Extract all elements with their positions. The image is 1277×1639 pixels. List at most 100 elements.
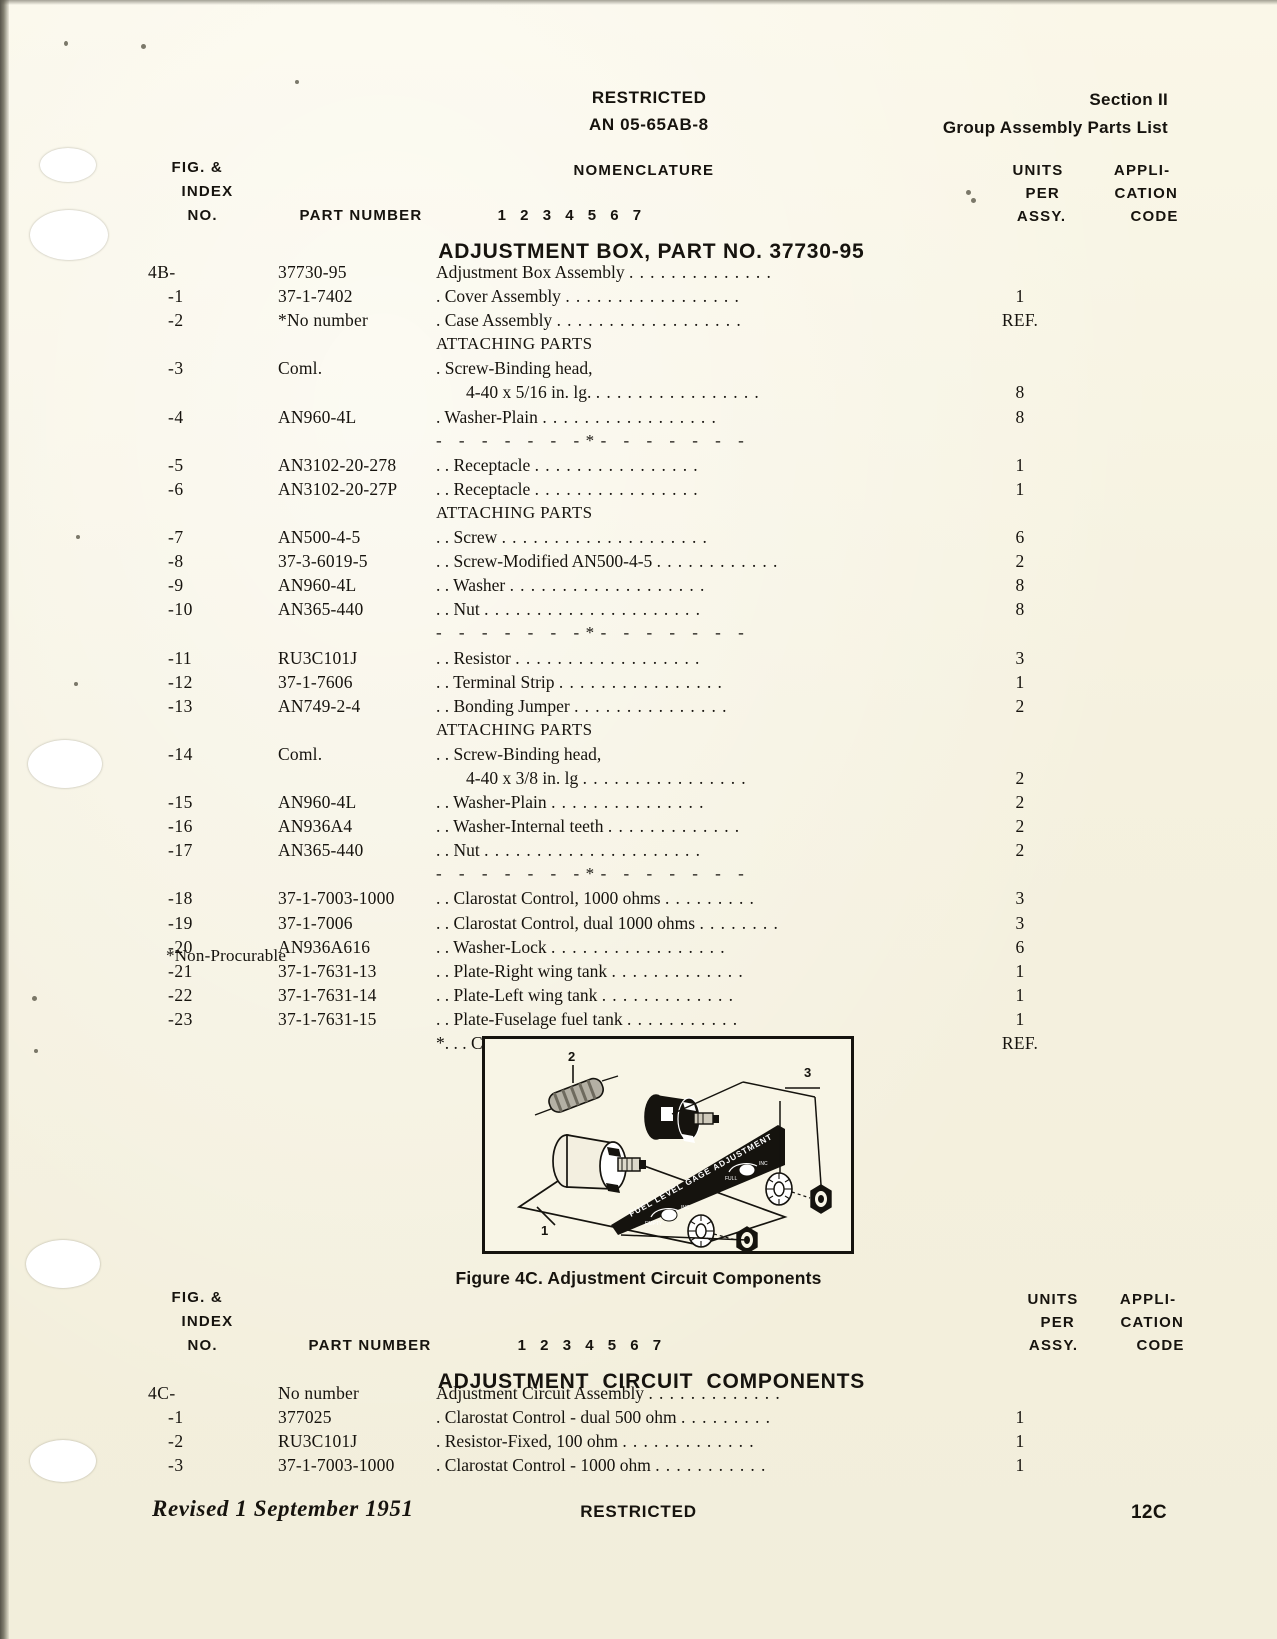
nomenclature-cell: . . Plate-Fuselage fuel tank ...........: [436, 1007, 987, 1031]
placard-label-inc-2: INC: [759, 1161, 768, 1167]
lock-washer-lower: [687, 1214, 715, 1248]
fig-index-cell: -22: [168, 984, 193, 1005]
units-per-assy-cell: 2: [1015, 816, 1025, 837]
nomenclature-text: . . Screw: [436, 527, 502, 548]
nomenclature-cell: . . Receptacle ................: [436, 453, 987, 477]
scan-speck: [141, 44, 146, 49]
page-number: 12C: [1131, 1502, 1167, 1524]
nomenclature-cell: . . Screw-Modified AN500-4-5 ...........…: [436, 549, 987, 573]
nut-upper: [810, 1184, 832, 1214]
units-per-assy-cell: 1: [1015, 671, 1025, 692]
table-row: -8 37-3-6019-5. . Screw-Modified AN500-4-…: [0, 549, 1277, 573]
table-row: -9 AN960-4L. . Washer ...................…: [0, 573, 1277, 597]
table-row: -3 37-1-7003-1000. Clarostat Control - 10…: [0, 1453, 1277, 1477]
fig-index-cell: -6: [168, 478, 184, 499]
scan-speck: [64, 41, 68, 46]
nomenclature-cell: 4-40 x 5/16 in. lg. ................: [466, 380, 987, 404]
nomenclature-cell: . . Washer-Lock .................: [436, 935, 987, 959]
table-row: -10 AN365-440. . Nut ....................…: [0, 597, 1277, 621]
figure-svg: 1 2 FUEL LEVEL GAGE ADJUSTMENT EMPTY FUL…: [485, 1039, 851, 1251]
table-row: -23 37-1-7631-15. . Plate-Fuselage fuel t…: [0, 1007, 1277, 1031]
units-per-assy-cell: 8: [1015, 382, 1025, 403]
nomenclature-text: . Case Assembly: [436, 310, 557, 331]
fig-index-cell: -23: [168, 1008, 193, 1029]
nomenclature-text: Adjustment Circuit Assembly: [436, 1383, 649, 1403]
nomenclature-cell: . Washer-Plain .................: [436, 405, 987, 429]
page-number-text: 12C: [1130, 1502, 1167, 1523]
dot-leader: .............: [611, 960, 749, 981]
lock-washer-upper: [765, 1172, 793, 1206]
nomenclature-cell: . . Receptacle ................: [436, 477, 987, 501]
table-row: -18 37-1-7003-1000. . Clarostat Control, …: [0, 886, 1277, 910]
dot-leader: ...............: [551, 792, 710, 813]
units-per-assy-cell: 2: [1015, 792, 1025, 813]
dot-leader: .................: [565, 286, 746, 307]
fig-index-cell: -17: [168, 840, 193, 861]
nomenclature-cell: . . Plate-Left wing tank .............: [436, 983, 987, 1007]
attaching-parts-heading: ATTACHING PARTS: [0, 718, 1277, 742]
units-per-assy-cell: 2: [1015, 695, 1025, 716]
fig-index-cell: -2: [168, 1431, 184, 1452]
nomenclature-cell: . . Nut .....................: [436, 838, 987, 862]
dot-leader: ...........: [655, 1455, 772, 1476]
table-row: 4B- 37730-95 Adjustment Box Assembly .....…: [0, 260, 1277, 284]
units-per-assy-cell: 6: [1015, 527, 1025, 548]
fig-index-cell: -2: [168, 310, 184, 331]
fig-index-cell: -3: [168, 1455, 184, 1476]
nomenclature-text: . Clarostat Control - 1000 ohm: [436, 1455, 656, 1476]
nomenclature-cell: . . Washer-Plain ...............: [436, 790, 987, 814]
figure-4c-illustration: 1 2 FUEL LEVEL GAGE ADJUSTMENT EMPTY FUL…: [482, 1036, 854, 1254]
fig-index-cell: -10: [168, 599, 193, 620]
nomenclature-cell: . Screw-Binding head,: [436, 356, 987, 380]
nomenclature-text: . . Receptacle: [436, 454, 535, 475]
table-row: -2 *No number. Case Assembly ............…: [0, 308, 1277, 332]
fig-index-cell: -4: [168, 406, 184, 427]
figure-callout-2: 2: [568, 1049, 575, 1064]
dot-leader: ............: [656, 551, 784, 572]
footnote-text: *Non-Procurable: [166, 946, 287, 965]
classification-footer: RESTRICTED: [0, 1502, 1277, 1522]
nomenclature-text: . . Washer-Internal teeth: [436, 816, 608, 837]
placard-label-full: FULL: [725, 1176, 737, 1182]
table-row: 4C- No number Adjustment Circuit Assembly …: [0, 1381, 1277, 1405]
nomenclature-text: . . Terminal Strip: [436, 671, 559, 692]
nomenclature-cell: Adjustment Box Assembly ..............: [436, 260, 987, 284]
fig-index-cell: -12: [168, 671, 193, 692]
figure-callout-1: 1: [541, 1223, 548, 1238]
dot-leader: ........: [699, 912, 785, 933]
table-row: -14 Coml.. . Screw-Binding head,: [0, 742, 1277, 766]
dot-leader: .....................: [484, 599, 707, 620]
nomenclature-cell: . . Clarostat Control, dual 1000 ohms ..…: [436, 911, 987, 935]
units-per-assy-cell: 8: [1015, 406, 1025, 427]
nomenclature-text: . Clarostat Control - dual 500 ohm: [436, 1407, 681, 1428]
dot-leader: ................: [534, 478, 704, 499]
nomenclature-text: . . Nut: [436, 599, 485, 620]
table-row: -13 AN749-2-4. . Bonding Jumper .........…: [0, 694, 1277, 718]
nomenclature-text: . Screw-Binding head,: [436, 358, 593, 379]
parts-list-table-1: 4B- 37730-95 Adjustment Box Assembly .....…: [0, 260, 1277, 1055]
nomenclature-cell: . . Terminal Strip ................: [436, 670, 987, 694]
figure-callout-3: 3: [804, 1065, 811, 1080]
table-row-continuation: 4-40 x 5/16 in. lg. ................ 8: [0, 380, 1277, 404]
units-per-assy-cell: 1: [1015, 1407, 1025, 1428]
scan-edge-top: [0, 0, 1277, 5]
units-per-assy-cell: 1: [1015, 1455, 1025, 1476]
table-row: -6 AN3102-20-27P. . Receptacle ..........…: [0, 477, 1277, 501]
dot-leader: ................: [595, 382, 765, 403]
units-per-assy-cell: 1: [1015, 478, 1025, 499]
group-separator: - - - - - - -*- - - - - - -: [0, 862, 1277, 886]
fig-index-cell: -1: [168, 1407, 184, 1428]
nomenclature-cell: . . Screw-Binding head,: [436, 742, 987, 766]
nomenclature-cell: . . Nut .....................: [436, 597, 987, 621]
table-row: -3 Coml.. Screw-Binding head,: [0, 356, 1277, 380]
nomenclature-text: . . Receptacle: [436, 478, 535, 499]
dot-leader: ..................: [556, 310, 747, 331]
figure-caption-text: Figure 4C. Adjustment Circuit Components: [455, 1268, 822, 1288]
nomenclature-cell: . . Screw ....................: [436, 525, 987, 549]
units-per-assy-cell: 1: [1015, 960, 1025, 981]
fig-index-cell: -9: [168, 575, 184, 596]
nomenclature-text: 4-40 x 3/8 in. lg: [466, 767, 583, 788]
table-row: -7 AN500-4-5. . Screw ...................…: [0, 525, 1277, 549]
nomenclature-cell: . . Washer ...................: [436, 573, 987, 597]
col-head-nomenclature: NOMENCLATURE: [552, 145, 714, 179]
